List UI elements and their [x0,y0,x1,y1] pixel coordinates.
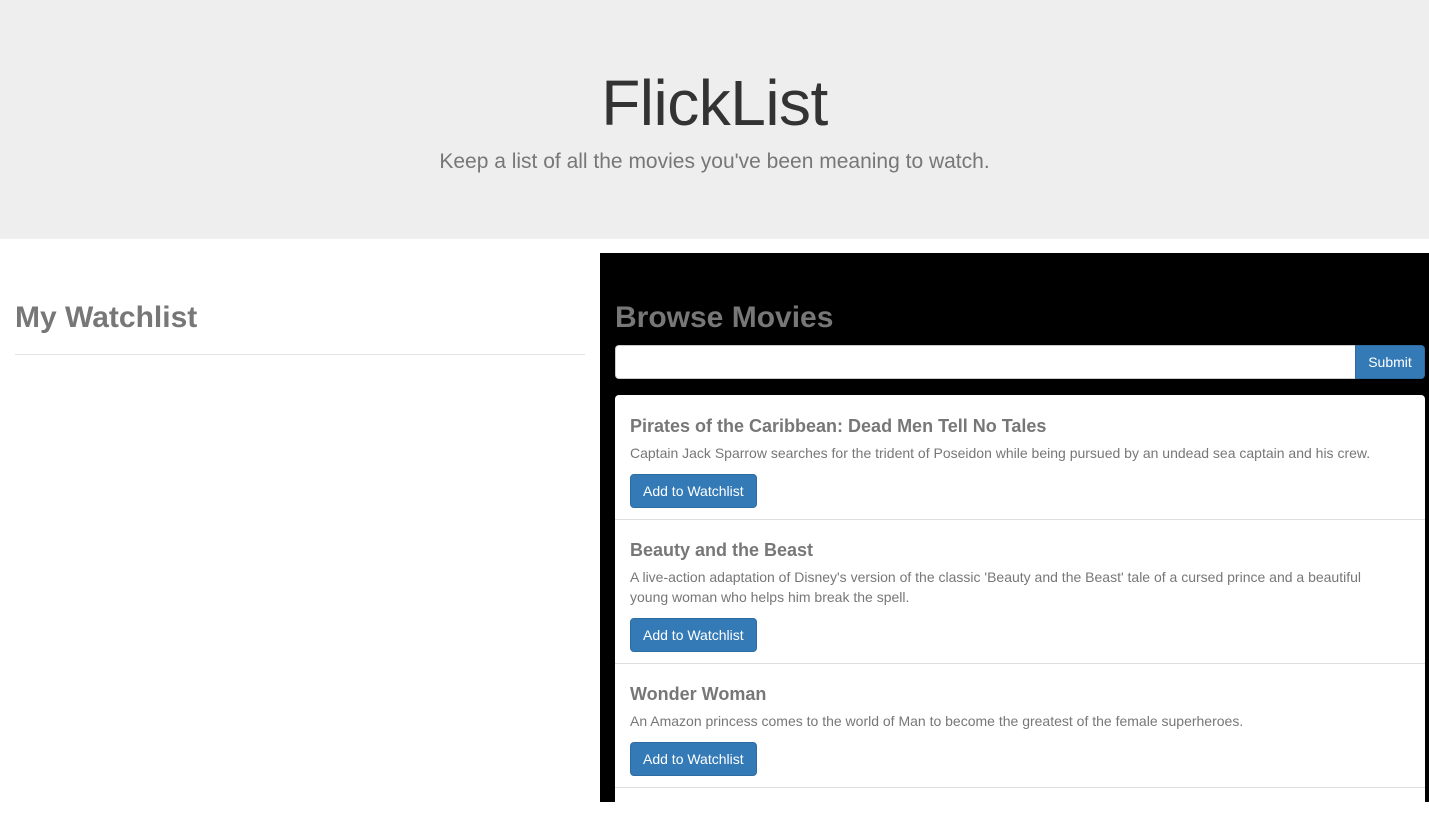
watchlist-divider [15,354,585,355]
search-input[interactable] [615,345,1355,379]
movie-overview: A live-action adaptation of Disney's ver… [630,569,1362,605]
add-to-watchlist-button[interactable]: Add to Watchlist [630,618,757,652]
movie-overview: An Amazon princess comes to the world of… [630,713,1244,729]
add-to-watchlist-button[interactable]: Add to Watchlist [630,742,757,776]
header-jumbotron: FlickList Keep a list of all the movies … [0,0,1429,239]
movie-overview: Captain Jack Sparrow searches for the tr… [630,445,1371,461]
browse-section: Browse Movies Submit Pirates of the Cari… [600,253,1429,815]
add-to-watchlist-button[interactable]: Add to Watchlist [630,474,757,508]
movie-item: Beauty and the Beast A live-action adapt… [615,520,1425,664]
submit-button[interactable]: Submit [1355,345,1425,379]
movie-item: Pirates of the Caribbean: Dead Men Tell … [615,395,1425,520]
app-tagline: Keep a list of all the movies you've bee… [439,150,990,173]
movie-title: Pirates of the Caribbean: Dead Men Tell … [630,416,1047,436]
app-title: FlickList [601,67,828,139]
watchlist-heading: My Watchlist [15,301,198,334]
browse-heading: Browse Movies [615,301,834,334]
movie-list: Pirates of the Caribbean: Dead Men Tell … [615,395,1425,815]
movie-title: Wonder Woman [630,684,767,704]
movie-item: Wonder Woman An Amazon princess comes to… [615,664,1425,788]
search-form: Submit [615,345,1425,379]
movie-title: Beauty and the Beast [630,540,814,560]
